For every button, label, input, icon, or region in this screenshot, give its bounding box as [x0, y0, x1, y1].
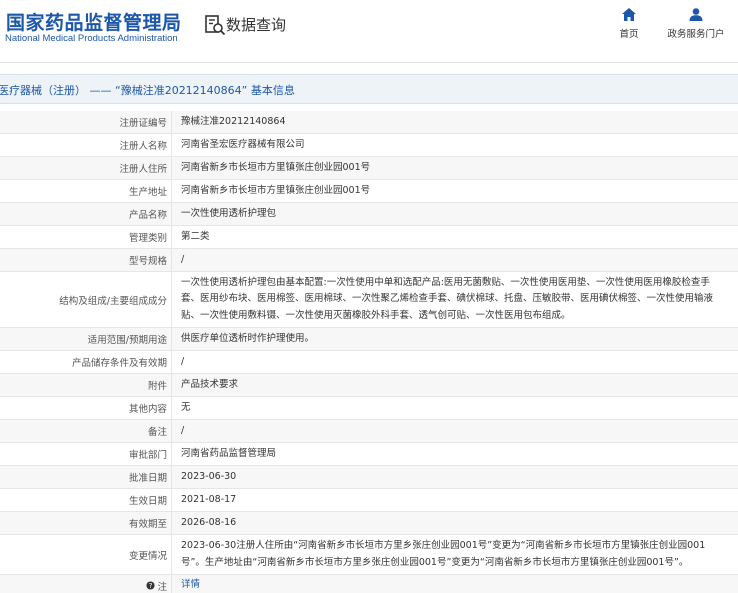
row-label: 变更情况 — [0, 535, 172, 574]
row-value: 河南省药品监督管理局 — [181, 447, 277, 459]
row-value: / — [181, 355, 185, 367]
table-row: 生效日期 2021-08-17 — [0, 489, 738, 512]
row-label: 管理类别 — [0, 226, 172, 248]
header-divider — [0, 62, 738, 63]
details-link[interactable]: 详情 — [172, 575, 738, 593]
row-label: 注册人住所 — [0, 157, 172, 179]
row-value: 2023-06-30 — [181, 470, 237, 482]
nav-home-label: 首页 — [619, 29, 639, 40]
table-row: 管理类别 第二类 — [0, 226, 738, 249]
table-row: 适用范围/预期用途 供医疗单位透析时作护理使用。 — [0, 328, 738, 351]
site-header: 国家药品监督管理局 National Medical Products Admi… — [0, 0, 738, 62]
table-row: 审批部门 河南省药品监督管理局 — [0, 443, 738, 466]
row-value: 产品技术要求 — [181, 378, 239, 390]
table-row: 注册证编号 豫械注准20212140864 — [0, 111, 738, 134]
row-value: 供医疗单位透析时作护理使用。 — [181, 332, 315, 344]
svg-text:?: ? — [149, 581, 153, 590]
row-value: 2021-08-17 — [181, 493, 237, 505]
table-row: 附件 产品技术要求 — [0, 374, 738, 397]
table-row: 型号规格 / — [0, 249, 738, 272]
row-label: 生产地址 — [0, 180, 172, 202]
site-logo-en[interactable]: National Medical Products Administration — [5, 33, 178, 44]
nav-gov-portal-link[interactable]: 政务服务门户 — [664, 8, 728, 40]
row-label: 有效期至 — [0, 512, 172, 534]
page-section-title: 数据查询 — [226, 16, 287, 34]
row-label: 审批部门 — [0, 443, 172, 465]
user-icon — [689, 8, 703, 21]
nav-home-link[interactable]: 首页 — [614, 8, 644, 40]
table-row: 产品储存条件及有效期 / — [0, 351, 738, 374]
row-label: 产品储存条件及有效期 — [0, 351, 172, 373]
detail-table: 注册证编号 豫械注准20212140864 注册人名称 河南省圣宏医疗器械有限公… — [0, 111, 738, 593]
table-row: 有效期至 2026-08-16 — [0, 512, 738, 535]
row-value: 一次性使用透析护理包 — [181, 207, 277, 219]
detail-title-bar: 医疗器械（注册） —— “豫械注准20212140864” 基本信息 — [0, 74, 738, 104]
row-value: / — [181, 424, 185, 436]
row-label: 注册证编号 — [0, 111, 172, 133]
row-label: 产品名称 — [0, 203, 172, 225]
nav-gov-label: 政务服务门户 — [667, 29, 725, 40]
site-logo-cn[interactable]: 国家药品监督管理局 — [6, 8, 182, 35]
row-value: 豫械注准20212140864 — [181, 115, 286, 127]
row-label: 结构及组成/主要组成成分 — [0, 272, 172, 327]
row-value: / — [181, 253, 185, 265]
table-row: 备注 / — [0, 420, 738, 443]
row-value: 第二类 — [181, 230, 210, 242]
row-value: 无 — [181, 401, 191, 413]
row-label: 附件 — [0, 374, 172, 396]
row-label: 生效日期 — [0, 489, 172, 511]
table-row: 产品名称 一次性使用透析护理包 — [0, 203, 738, 226]
table-row: 生产地址 河南省新乡市长垣市方里镇张庄创业园001号 — [0, 180, 738, 203]
row-value: 2026-08-16 — [181, 516, 237, 528]
table-row: 批准日期 2023-06-30 — [0, 466, 738, 489]
row-label: 其他内容 — [0, 397, 172, 419]
table-row: 结构及组成/主要组成成分 一次性使用透析护理包由基本配置:一次性使用中单和选配产… — [0, 272, 738, 328]
row-label: 备注 — [0, 420, 172, 442]
search-document-icon — [205, 15, 226, 36]
home-icon — [622, 8, 636, 21]
table-row: 注册人住所 河南省新乡市长垣市方里镇张庄创业园001号 — [0, 157, 738, 180]
help-icon: ? — [146, 581, 156, 590]
row-label: 适用范围/预期用途 — [0, 328, 172, 350]
row-value: 2023-06-30注册人住所由“河南省新乡市长垣市方里乡张庄创业园001号”变… — [181, 540, 706, 568]
row-value: 河南省新乡市长垣市方里镇张庄创业园001号 — [181, 184, 371, 196]
row-label: 型号规格 — [0, 249, 172, 271]
row-label: ? 注 — [0, 575, 172, 593]
row-label: 批准日期 — [0, 466, 172, 488]
detail-title: 医疗器械（注册） —— “豫械注准20212140864” 基本信息 — [0, 84, 295, 97]
table-row: 变更情况 2023-06-30注册人住所由“河南省新乡市长垣市方里乡张庄创业园0… — [0, 535, 738, 575]
table-row: ? 注 详情 — [0, 575, 738, 593]
row-label-text: 注 — [157, 581, 167, 593]
row-value: 一次性使用透析护理包由基本配置:一次性使用中单和选配产品:医用无菌敷贴、一次性使… — [181, 276, 714, 321]
table-row: 其他内容 无 — [0, 397, 738, 420]
row-value: 河南省圣宏医疗器械有限公司 — [181, 138, 305, 150]
row-label: 注册人名称 — [0, 134, 172, 156]
row-value: 河南省新乡市长垣市方里镇张庄创业园001号 — [181, 161, 371, 173]
table-row: 注册人名称 河南省圣宏医疗器械有限公司 — [0, 134, 738, 157]
